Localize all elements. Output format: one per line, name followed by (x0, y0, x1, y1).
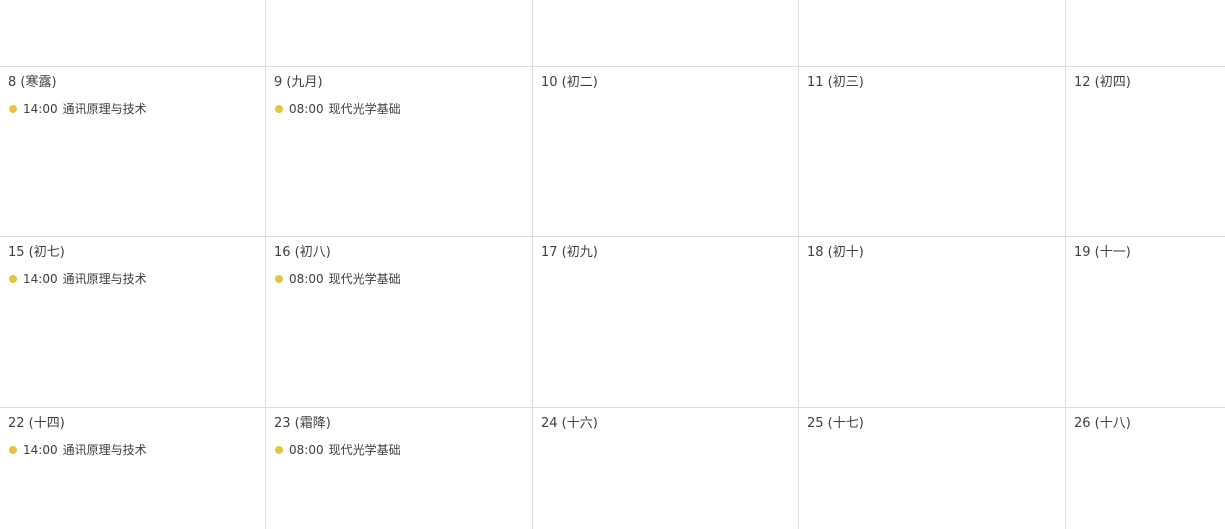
day-number-label[interactable]: 23 (霜降) (274, 415, 331, 433)
day-cell[interactable]: 24 (十六) (533, 408, 799, 529)
day-cell[interactable]: 26 (十八) (1066, 408, 1225, 529)
event-time: 14:00 (23, 102, 58, 116)
day-number-label[interactable]: 24 (十六) (541, 415, 598, 433)
day-cell[interactable]: 18 (初十) (799, 237, 1066, 408)
month-calendar-grid: 8 (寒露) 14:00 通讯原理与技术 9 (九月) 08:00 现代光学基础… (0, 0, 1225, 529)
day-number-label[interactable]: 9 (九月) (274, 74, 323, 92)
day-cell[interactable]: 8 (寒露) 14:00 通讯原理与技术 (0, 67, 266, 237)
calendar-event-chip[interactable]: 14:00 通讯原理与技术 (9, 442, 147, 458)
event-color-dot-icon (275, 446, 283, 454)
day-number-label[interactable]: 16 (初八) (274, 244, 331, 262)
event-title: 现代光学基础 (328, 272, 401, 286)
event-color-dot-icon (9, 105, 17, 113)
event-color-dot-icon (9, 446, 17, 454)
event-title: 通讯原理与技术 (62, 102, 147, 116)
day-cell[interactable] (1066, 0, 1225, 67)
day-cell[interactable]: 25 (十七) (799, 408, 1066, 529)
day-number-label[interactable]: 12 (初四) (1074, 74, 1131, 92)
day-cell[interactable]: 19 (十一) (1066, 237, 1225, 408)
day-number-label[interactable]: 10 (初二) (541, 74, 598, 92)
event-time: 08:00 (289, 102, 324, 116)
calendar-event-chip[interactable]: 08:00 现代光学基础 (275, 101, 401, 117)
day-number-label[interactable]: 25 (十七) (807, 415, 864, 433)
day-number-label[interactable]: 15 (初七) (8, 244, 65, 262)
day-cell[interactable]: 9 (九月) 08:00 现代光学基础 (266, 67, 533, 237)
event-title: 通讯原理与技术 (62, 443, 147, 457)
day-number-label[interactable]: 8 (寒露) (8, 74, 57, 92)
day-number-label[interactable]: 19 (十一) (1074, 244, 1131, 262)
day-cell[interactable] (266, 0, 533, 67)
day-cell[interactable]: 12 (初四) (1066, 67, 1225, 237)
event-color-dot-icon (275, 275, 283, 283)
day-cell[interactable]: 16 (初八) 08:00 现代光学基础 (266, 237, 533, 408)
day-cell[interactable] (533, 0, 799, 67)
day-cell[interactable]: 22 (十四) 14:00 通讯原理与技术 (0, 408, 266, 529)
day-cell[interactable]: 11 (初三) (799, 67, 1066, 237)
day-cell[interactable] (0, 0, 266, 67)
day-number-label[interactable]: 11 (初三) (807, 74, 864, 92)
day-cell[interactable]: 15 (初七) 14:00 通讯原理与技术 (0, 237, 266, 408)
day-number-label[interactable]: 22 (十四) (8, 415, 65, 433)
event-time: 08:00 (289, 443, 324, 457)
day-number-label[interactable]: 26 (十八) (1074, 415, 1131, 433)
day-number-label[interactable]: 17 (初九) (541, 244, 598, 262)
day-cell[interactable] (799, 0, 1066, 67)
event-title: 通讯原理与技术 (62, 272, 147, 286)
event-title: 现代光学基础 (328, 443, 401, 457)
event-time: 08:00 (289, 272, 324, 286)
day-cell[interactable]: 23 (霜降) 08:00 现代光学基础 (266, 408, 533, 529)
event-color-dot-icon (9, 275, 17, 283)
calendar-event-chip[interactable]: 08:00 现代光学基础 (275, 442, 401, 458)
calendar-event-chip[interactable]: 14:00 通讯原理与技术 (9, 101, 147, 117)
day-number-label[interactable]: 18 (初十) (807, 244, 864, 262)
event-title: 现代光学基础 (328, 102, 401, 116)
calendar-event-chip[interactable]: 14:00 通讯原理与技术 (9, 271, 147, 287)
event-time: 14:00 (23, 272, 58, 286)
event-color-dot-icon (275, 105, 283, 113)
day-cell[interactable]: 10 (初二) (533, 67, 799, 237)
event-time: 14:00 (23, 443, 58, 457)
calendar-event-chip[interactable]: 08:00 现代光学基础 (275, 271, 401, 287)
day-cell[interactable]: 17 (初九) (533, 237, 799, 408)
